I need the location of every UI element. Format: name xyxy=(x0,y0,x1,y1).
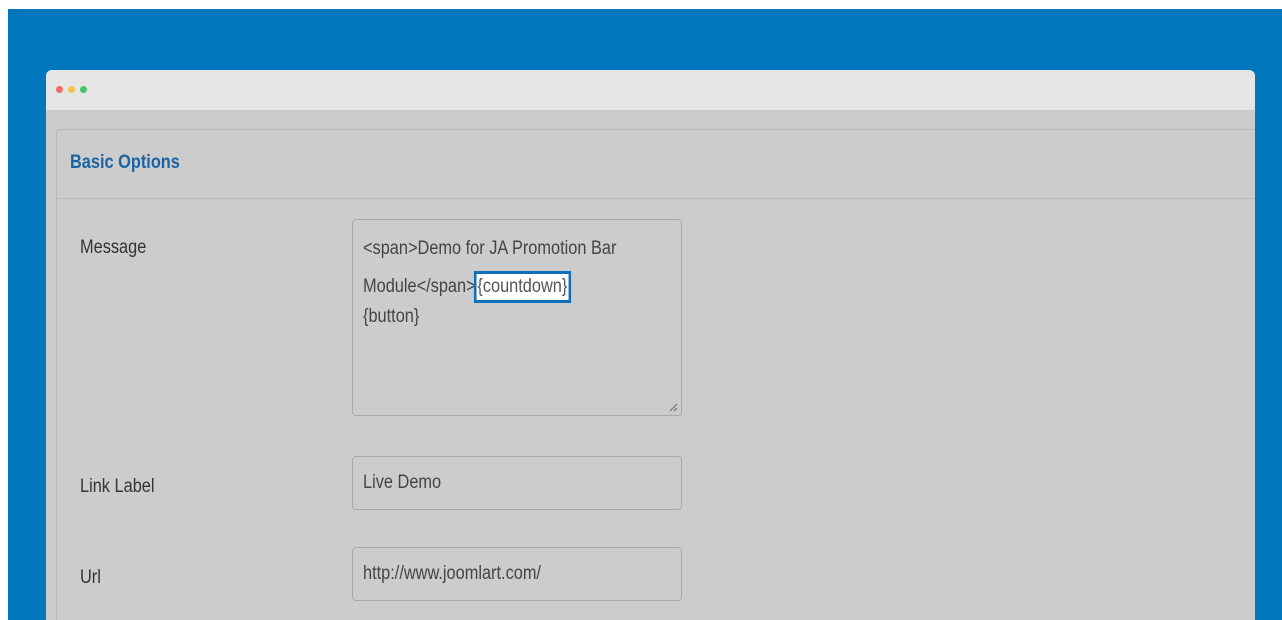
panel-header: Basic Options xyxy=(57,130,1255,199)
close-window-dot-icon[interactable] xyxy=(56,86,63,93)
basic-options-panel: Basic Options Message <span>Demo for JA … xyxy=(56,129,1255,620)
maximize-window-dot-icon[interactable] xyxy=(80,86,87,93)
message-line-2: Module</span>{countdown} xyxy=(363,271,571,303)
message-textarea[interactable]: <span>Demo for JA Promotion Bar Module</… xyxy=(352,219,682,416)
link-label-value: Live Demo xyxy=(363,472,442,493)
message-line-2-prefix: Module</span> xyxy=(363,276,476,297)
message-line-1: <span>Demo for JA Promotion Bar xyxy=(363,238,617,259)
link-label-label: Link Label xyxy=(80,476,155,497)
message-line-3: {button} xyxy=(363,306,420,327)
url-value: http://www.joomlart.com/ xyxy=(363,563,541,584)
countdown-token-highlight: {countdown} xyxy=(473,271,571,303)
url-label: Url xyxy=(80,567,101,588)
panel-title: Basic Options xyxy=(70,152,180,173)
message-label: Message xyxy=(80,237,147,258)
minimize-window-dot-icon[interactable] xyxy=(68,86,75,93)
url-input[interactable]: http://www.joomlart.com/ xyxy=(352,547,682,601)
resize-grip-icon[interactable] xyxy=(668,402,678,412)
link-label-input[interactable]: Live Demo xyxy=(352,456,682,510)
browser-window: Basic Options Message <span>Demo for JA … xyxy=(46,70,1255,620)
window-titlebar xyxy=(46,70,1255,110)
